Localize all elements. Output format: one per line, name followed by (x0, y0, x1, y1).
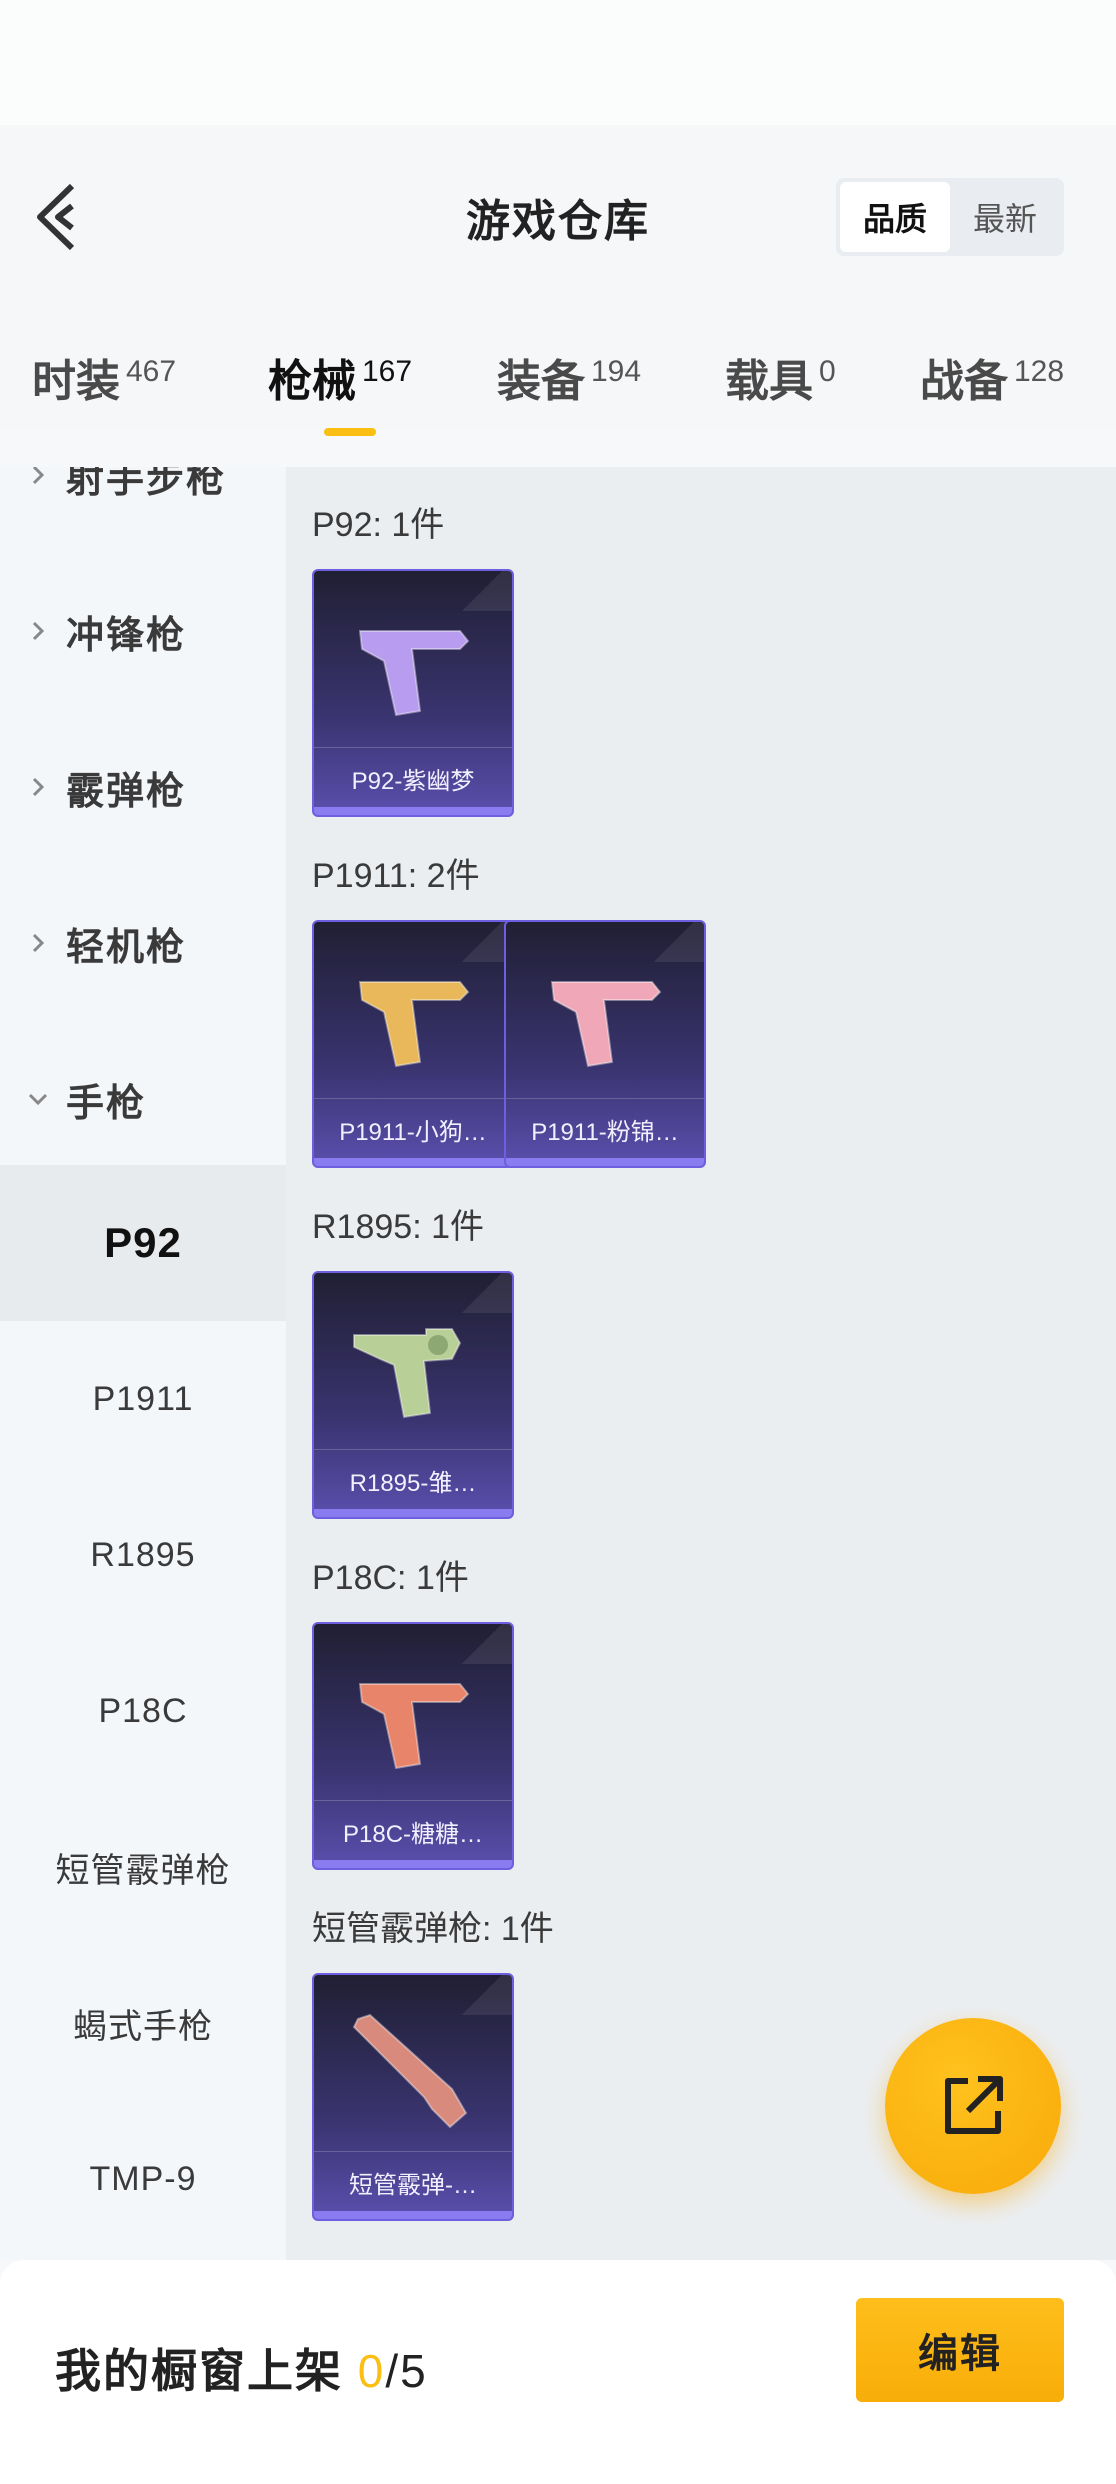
sidebar-item-r1895[interactable]: R1895 (0, 1477, 286, 1633)
sidebar-item-p1911[interactable]: P1911 (0, 1321, 286, 1477)
tab-label: 装备 (497, 357, 585, 406)
sidebar-item-tmp9[interactable]: TMP-9 (0, 2101, 286, 2257)
pistol-icon (358, 981, 470, 1068)
showcase-total: /5 (385, 2345, 428, 2397)
tab-count: 0 (819, 355, 836, 388)
weapon-name: P1911-粉锦… (506, 1098, 704, 1160)
chevron-right-icon (32, 467, 45, 485)
category-tabs: 时装 467 枪械 167 装备 194 载具 0 战备 128 (0, 345, 1116, 435)
weapon-name: 短管霰弹-… (314, 2151, 512, 2213)
sidebar-item-skorpion[interactable]: 蝎式手枪 (0, 1945, 286, 2101)
weapon-name: P18C-糖糖… (314, 1800, 512, 1862)
chevron-right-icon (32, 621, 45, 641)
weapon-grid[interactable]: P92: 1件 P92-紫幽梦 P1911: 2件 P1911-小狗… P191… (286, 467, 1116, 2260)
rarity-bar (314, 807, 512, 815)
rarity-bar (314, 1860, 512, 1868)
tab-equipment[interactable]: 装备 194 (497, 345, 641, 409)
sort-latest-button[interactable]: 最新 (950, 182, 1060, 252)
status-bar (0, 0, 1116, 125)
tab-count: 467 (126, 355, 177, 388)
edit-button[interactable]: 编辑 (856, 2298, 1064, 2402)
tab-label: 载具 (725, 357, 813, 406)
sidebar-category-marksman[interactable]: 射手步枪 (0, 467, 286, 553)
sidebar-category-shotgun[interactable]: 霰弹枪 (0, 709, 286, 865)
weapon-card[interactable]: P92-紫幽梦 (312, 569, 514, 817)
weapon-name: P1911-小狗… (314, 1098, 512, 1160)
weapon-card[interactable]: P1911-粉锦… (504, 920, 706, 1168)
sidebar-category-pistol[interactable]: 手枪 (0, 1021, 286, 1177)
share-button[interactable] (885, 2018, 1061, 2194)
sort-quality-button[interactable]: 品质 (840, 182, 950, 252)
sidebar-category-label: 冲锋枪 (66, 614, 187, 657)
sidebar-category-smg[interactable]: 冲锋枪 (0, 553, 286, 709)
tab-supplies[interactable]: 战备 128 (920, 345, 1064, 409)
weapon-category-sidebar[interactable]: 射手步枪 冲锋枪 霰弹枪 轻机枪 手枪 P92 P1911 R1895 P18C… (0, 467, 286, 2260)
rarity-bar (314, 1509, 512, 1517)
rarity-bar (314, 1158, 512, 1166)
sidebar-category-label: 手枪 (66, 1082, 147, 1125)
showcase-status: 我的橱窗上架 0/5 (55, 2335, 428, 2401)
sidebar-category-label: 射手步枪 (66, 467, 227, 501)
tab-fashion[interactable]: 时装 467 (32, 345, 176, 409)
pistol-icon (550, 981, 662, 1068)
weapon-name: R1895-雏… (314, 1449, 512, 1511)
revolver-icon (353, 1328, 462, 1419)
weapon-card[interactable]: P1911-小狗… (312, 920, 514, 1168)
rarity-bar (314, 2211, 512, 2219)
tab-label: 枪械 (268, 357, 356, 406)
showcase-label: 我的橱窗上架 (55, 2345, 343, 2397)
weapon-name: P92-紫幽梦 (314, 747, 512, 809)
group-label: R1895: 1件 (312, 1208, 484, 1246)
tab-count: 194 (591, 355, 642, 388)
weapon-card[interactable]: 短管霰弹-… (312, 1973, 514, 2221)
showcase-footer: 我的橱窗上架 0/5 编辑 (0, 2260, 1116, 2484)
group-label: P92: 1件 (312, 506, 445, 544)
group-label: P1911: 2件 (312, 857, 480, 895)
chevron-right-icon (32, 933, 45, 953)
tab-label: 战备 (920, 357, 1008, 406)
share-external-icon (945, 2076, 1003, 2134)
sidebar-item-p92[interactable]: P92 (0, 1165, 286, 1321)
group-label: 短管霰弹枪: 1件 (312, 1910, 554, 1948)
tab-count: 167 (362, 355, 413, 388)
sidebar-item-p18c[interactable]: P18C (0, 1633, 286, 1789)
tab-label: 时装 (32, 357, 120, 406)
sidebar-category-lmg[interactable]: 轻机枪 (0, 865, 286, 1021)
weapon-card[interactable]: R1895-雏… (312, 1271, 514, 1519)
sidebar-category-label: 霰弹枪 (66, 770, 187, 813)
tab-vehicles[interactable]: 载具 0 (725, 345, 836, 409)
chevron-down-icon (28, 1093, 48, 1106)
tab-firearms[interactable]: 枪械 167 (268, 345, 412, 409)
chevron-right-icon (32, 777, 45, 797)
showcase-current-count: 0 (357, 2345, 386, 2397)
pistol-icon (358, 630, 470, 717)
pistol-icon (358, 1683, 470, 1770)
sidebar-category-label: 轻机枪 (66, 926, 187, 969)
weapon-card[interactable]: P18C-糖糖… (312, 1622, 514, 1870)
sort-toggle: 品质 最新 (836, 178, 1064, 256)
shotgun-icon (352, 2013, 468, 2129)
sidebar-item-sawed-off[interactable]: 短管霰弹枪 (0, 1789, 286, 1945)
group-label: P18C: 1件 (312, 1559, 469, 1597)
rarity-bar (506, 1158, 704, 1166)
tab-count: 128 (1014, 355, 1065, 388)
active-tab-indicator (324, 428, 376, 436)
